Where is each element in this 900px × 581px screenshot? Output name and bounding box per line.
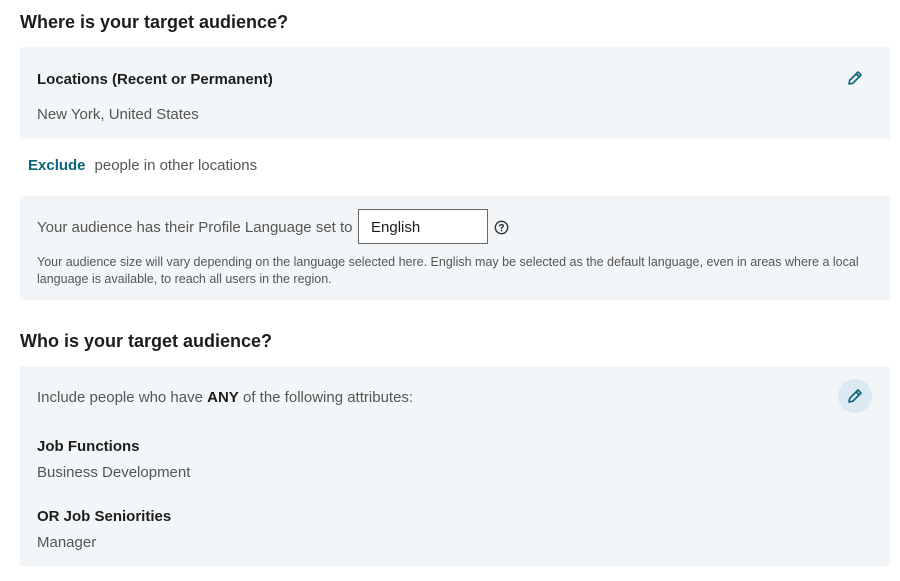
attribute-label: Job Functions bbox=[37, 438, 140, 455]
who-section-title: Who is your target audience? bbox=[20, 331, 273, 351]
edit-locations-button[interactable] bbox=[838, 61, 872, 95]
pencil-icon bbox=[848, 71, 862, 85]
exclude-row: Exclude people in other locations bbox=[28, 157, 257, 174]
locations-panel: Locations (Recent or Permanent) New York… bbox=[20, 47, 890, 139]
profile-language-select[interactable]: English bbox=[358, 209, 488, 244]
exclude-description: people in other locations bbox=[94, 157, 258, 174]
locations-value: New York, United States bbox=[37, 106, 199, 123]
language-panel: Your audience has their Profile Language… bbox=[20, 196, 890, 300]
edit-attributes-button[interactable] bbox=[838, 379, 872, 413]
language-note: Your audience size will vary depending o… bbox=[37, 255, 859, 286]
where-section-title: Where is your target audience? bbox=[20, 12, 289, 32]
pencil-icon bbox=[848, 389, 862, 403]
intro-prefix: Include people who have bbox=[37, 389, 203, 406]
attribute-label: OR Job Seniorities bbox=[37, 508, 172, 525]
language-label: Your audience has their Profile Language… bbox=[37, 219, 353, 236]
help-circle-icon[interactable] bbox=[494, 220, 509, 235]
exclude-link[interactable]: Exclude bbox=[28, 157, 86, 174]
attribute-value: Manager bbox=[37, 534, 97, 551]
attributes-intro: Include people who have ANY of the follo… bbox=[37, 389, 413, 406]
attributes-panel: Include people who have ANY of the follo… bbox=[20, 366, 890, 566]
locations-label: Locations (Recent or Permanent) bbox=[37, 71, 273, 88]
intro-suffix: of the following attributes: bbox=[242, 389, 414, 406]
intro-emphasis: ANY bbox=[207, 389, 239, 406]
attribute-value: Business Development bbox=[37, 464, 191, 481]
